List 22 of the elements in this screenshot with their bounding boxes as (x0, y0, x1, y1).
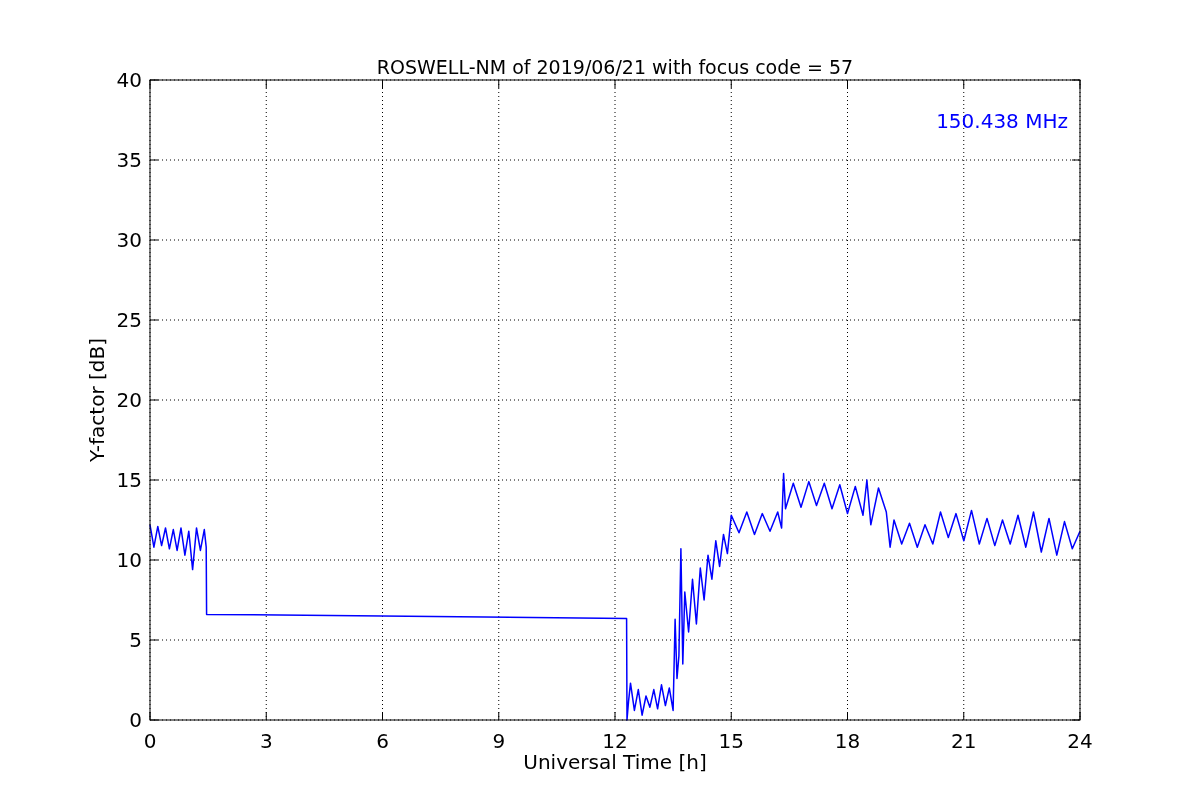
y-tick-label: 40 (116, 68, 142, 92)
y-tick-label: 5 (129, 628, 142, 652)
y-tick-label: 15 (116, 468, 142, 492)
x-tick-label: 12 (602, 729, 628, 753)
x-tick-label: 3 (259, 729, 273, 753)
y-tick-label: 30 (116, 228, 142, 252)
chart-title: ROSWELL-NM of 2019/06/21 with focus code = 57 (376, 56, 854, 78)
y-axis-label: Y-factor [dB] (85, 338, 109, 462)
y-tick-label: 25 (116, 308, 142, 332)
x-tick-label: 6 (376, 729, 389, 753)
x-tick-label: 15 (718, 729, 744, 753)
x-tick-label: 0 (143, 729, 157, 753)
y-tick-label: 35 (116, 148, 142, 172)
x-tick-label: 24 (1067, 729, 1093, 753)
x-tick-label: 21 (951, 729, 977, 753)
y-tick-label: 10 (116, 548, 142, 572)
x-tick-label: 9 (492, 729, 506, 753)
y-tick-label: 0 (129, 708, 142, 732)
x-tick-label: 18 (834, 729, 861, 753)
y-tick-label: 20 (116, 388, 142, 412)
x-axis-label: Universal Time [h] (523, 750, 707, 774)
series-label: 150.438 MHz (936, 109, 1068, 133)
